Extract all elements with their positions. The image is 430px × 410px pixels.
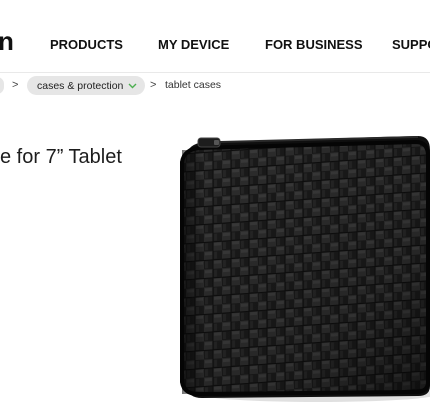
product-title: e for 7” Tablet bbox=[0, 146, 122, 168]
breadcrumb-separator: > bbox=[12, 79, 19, 91]
breadcrumb-category-label: cases & protection bbox=[37, 79, 124, 92]
top-navigation: n PRODUCTS MY DEVICE FOR BUSINESS SUPPO bbox=[0, 0, 430, 73]
nav-my-device[interactable]: MY DEVICE bbox=[158, 37, 229, 53]
chevron-down-icon bbox=[128, 83, 137, 88]
brand-logo[interactable]: n bbox=[0, 28, 14, 54]
nav-for-business[interactable]: FOR BUSINESS bbox=[265, 37, 363, 53]
nav-products[interactable]: PRODUCTS bbox=[50, 37, 123, 53]
breadcrumb-current: tablet cases bbox=[165, 79, 222, 91]
nav-support[interactable]: SUPPO bbox=[392, 37, 430, 53]
breadcrumb-category-pill[interactable]: cases & protection bbox=[27, 76, 146, 95]
breadcrumb-pill-previous[interactable] bbox=[0, 77, 4, 94]
breadcrumb: > cases & protection > tablet cases bbox=[0, 74, 430, 98]
breadcrumb-separator: > bbox=[150, 79, 157, 91]
product-image[interactable] bbox=[168, 128, 430, 406]
